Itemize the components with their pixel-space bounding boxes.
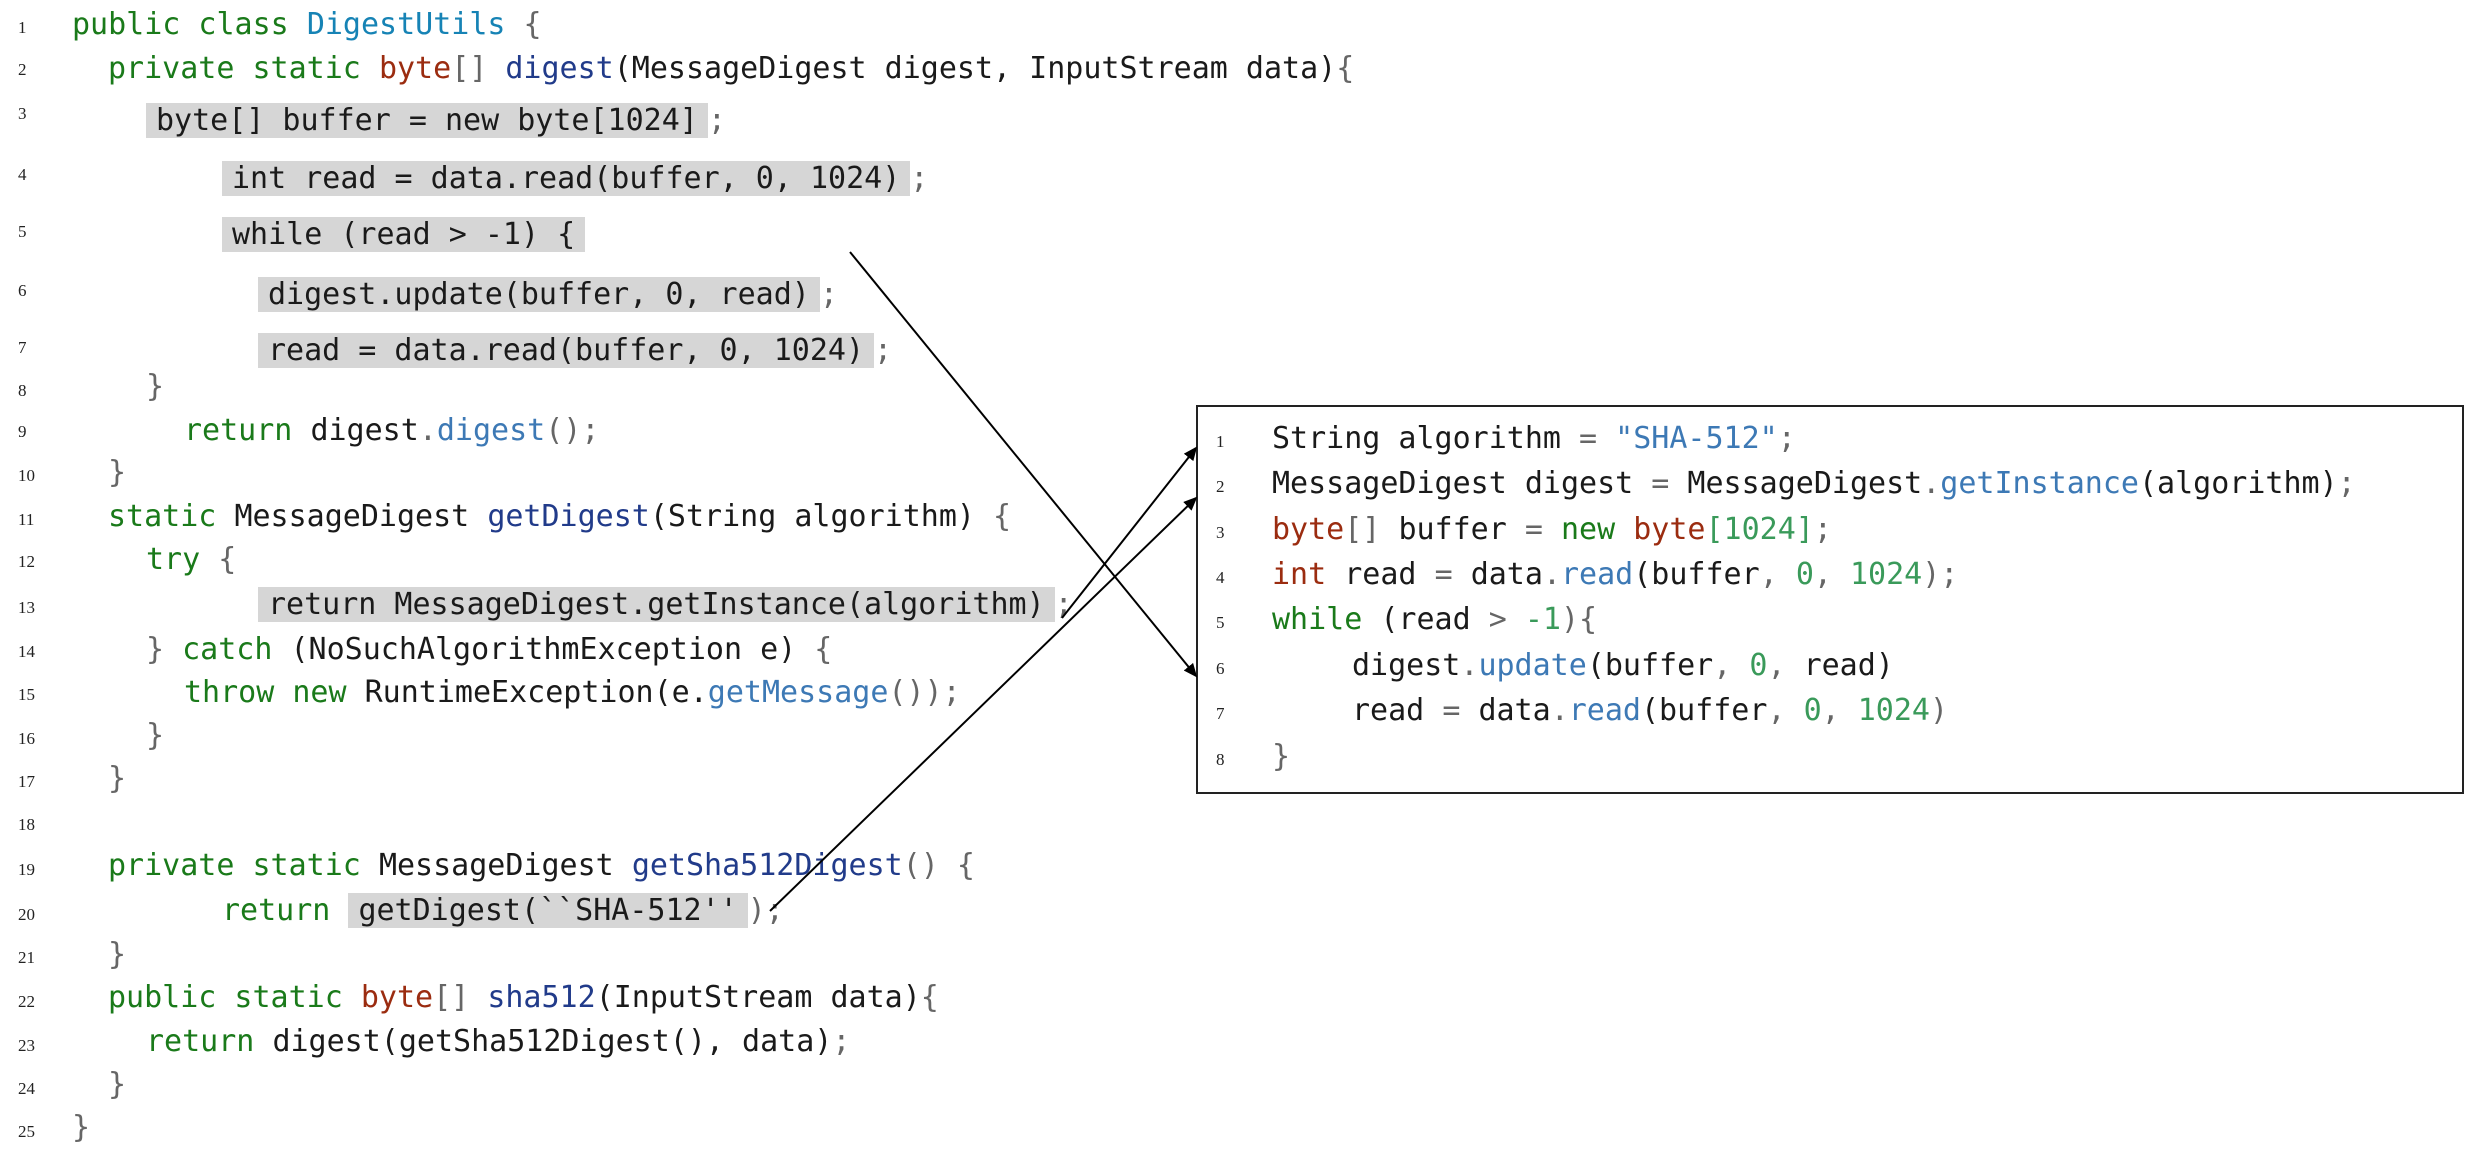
arrow-while-to-update: [849, 251, 1198, 678]
diagram-canvas: { "left_code": { "line_numbers": ["1","2…: [0, 0, 2478, 1164]
arrow-getdigest-to-line2: [769, 496, 1198, 912]
arrows-layer: [769, 251, 1198, 912]
